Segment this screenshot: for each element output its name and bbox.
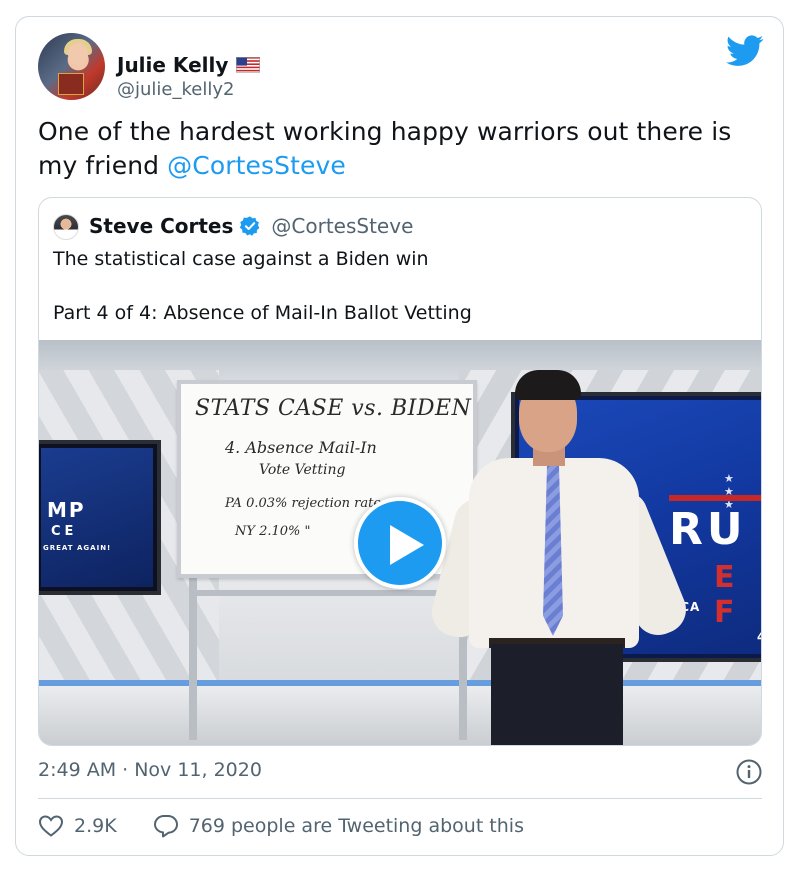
tweet-body-text: One of the hardest working happy warrior… (38, 117, 732, 180)
quoted-author-avatar[interactable] (53, 214, 79, 240)
avatar-face (68, 43, 88, 65)
twitter-bird-icon[interactable] (726, 35, 764, 67)
screen-left-text3: GREAT AGAIN! (43, 544, 112, 552)
conversation-button[interactable]: 769 people are Tweeting about this (153, 813, 524, 839)
conversation-text: 769 people are Tweeting about this (188, 815, 524, 837)
whiteboard-line4: NY 2.10% " (235, 524, 311, 539)
avatar-book (58, 73, 84, 95)
screen-left-text1: MP (47, 498, 86, 522)
tweet-actions: 2.9K 769 people are Tweeting about this (38, 813, 524, 839)
presenter-hair (515, 370, 581, 400)
reply-bubble-icon (153, 815, 178, 838)
info-icon[interactable] (736, 759, 762, 785)
author-handle[interactable]: @julie_kelly2 (117, 79, 234, 100)
tweet-text: One of the hardest working happy warrior… (38, 115, 758, 183)
author-avatar[interactable] (38, 33, 105, 100)
quoted-tweet[interactable]: Steve Cortes @CortesSteve The statistica… (38, 197, 762, 746)
like-button[interactable]: 2.9K (38, 814, 117, 838)
like-count: 2.9K (74, 815, 117, 837)
us-flag-icon (236, 57, 261, 73)
quoted-author-handle[interactable]: @CortesSteve (271, 214, 413, 238)
screen-left-text2: CE (51, 524, 78, 539)
quoted-author-row: Steve Cortes @CortesSteve (89, 214, 413, 238)
play-icon (390, 525, 424, 565)
author-name[interactable]: Julie Kelly (117, 53, 228, 77)
quoted-text: The statistical case against a Biden win… (53, 246, 743, 354)
easel-crossbar (189, 590, 467, 596)
whiteboard-line2: Vote Vetting (259, 462, 346, 478)
quoted-author-name[interactable]: Steve Cortes (89, 214, 233, 238)
screen-right-red-text: E F (714, 560, 745, 630)
play-button[interactable] (354, 497, 446, 589)
quoted-text-line1: The statistical case against a Biden win (53, 248, 429, 270)
mention-link[interactable]: @CortesSteve (167, 151, 346, 180)
actions-divider (38, 798, 762, 799)
tweet-card[interactable]: Julie Kelly @julie_kelly2 One of the har… (15, 16, 784, 856)
presenter (426, 368, 699, 745)
verified-badge-icon (240, 216, 260, 236)
quoted-text-line2: Part 4 of 4: Absence of Mail-In Ballot V… (53, 302, 472, 324)
whiteboard-line3: PA 0.03% rejection rate (225, 496, 382, 511)
whiteboard-title: STATS CASE vs. BIDEN (195, 396, 472, 421)
author-name-row: Julie Kelly (117, 53, 261, 77)
presenter-pants (491, 644, 623, 745)
heart-icon (38, 815, 64, 837)
studio-screen-left-display: MP CE GREAT AGAIN! (41, 448, 153, 587)
screen-right-number: 4 (757, 630, 761, 644)
whiteboard-line1: 4. Absence Mail-In (225, 438, 377, 457)
video-player[interactable]: MP CE GREAT AGAIN! ★ ★ ★ RU E F MA MERIC… (39, 340, 761, 745)
studio-screen-left: MP CE GREAT AGAIN! (39, 440, 161, 595)
tweet-timestamp[interactable]: 2:49 AM · Nov 11, 2020 (38, 759, 262, 781)
